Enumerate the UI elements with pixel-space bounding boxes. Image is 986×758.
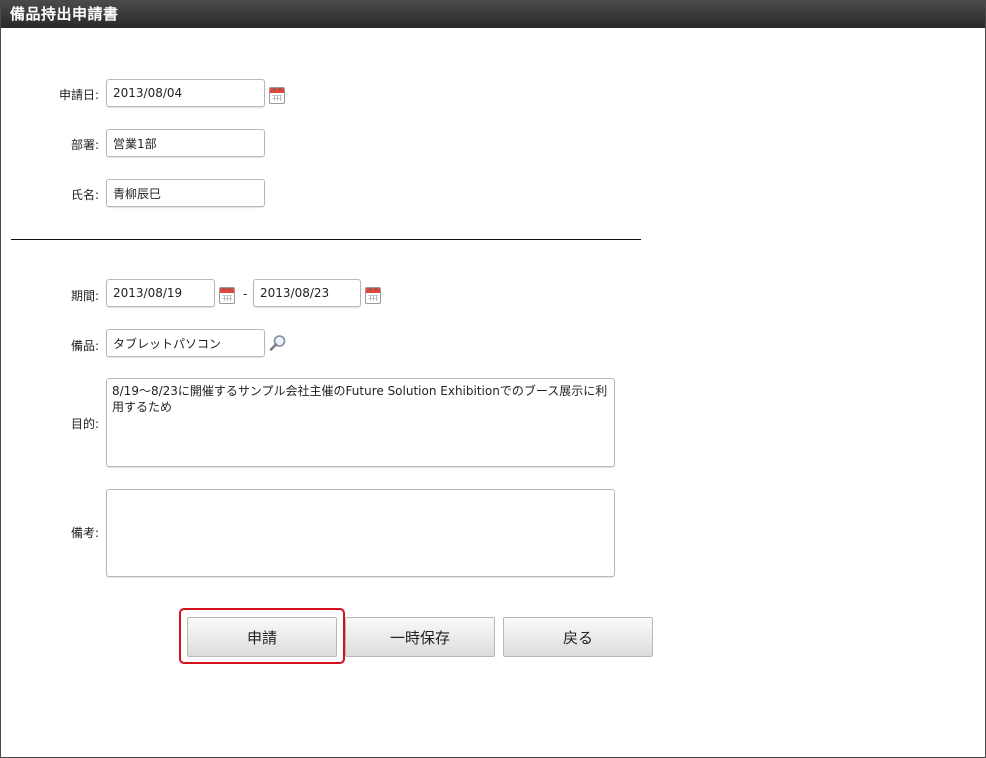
search-icon[interactable]	[269, 334, 287, 352]
section-divider	[11, 239, 641, 240]
period-end-input[interactable]	[253, 279, 361, 307]
period-start-input[interactable]	[106, 279, 215, 307]
purpose-label: 目的:	[70, 417, 99, 431]
apply-date-input[interactable]	[106, 79, 265, 107]
save-draft-button[interactable]: 一時保存	[345, 617, 495, 657]
calendar-icon[interactable]	[219, 287, 235, 304]
calendar-icon[interactable]	[269, 87, 285, 104]
back-button[interactable]: 戻る	[503, 617, 653, 657]
remarks-label: 備考:	[70, 526, 99, 540]
period-separator: -	[243, 287, 248, 301]
apply-date-label: 申請日:	[58, 88, 99, 102]
apply-button[interactable]: 申請	[187, 617, 337, 657]
period-label: 期間:	[70, 289, 99, 303]
equipment-input[interactable]	[106, 329, 265, 357]
name-label: 氏名:	[70, 188, 99, 202]
department-label: 部署:	[70, 138, 99, 152]
calendar-icon[interactable]	[365, 287, 381, 304]
department-input[interactable]	[106, 129, 265, 157]
name-input[interactable]	[106, 179, 265, 207]
equipment-label: 備品:	[70, 339, 99, 353]
purpose-textarea[interactable]: 8/19〜8/23に開催するサンプル会社主催のFuture Solution E…	[106, 378, 615, 467]
window-title: 備品持出申請書	[1, 1, 985, 28]
application-window: 備品持出申請書 申請日: 部署: 氏名: 期間: - 備品: 目的: 8/19〜…	[0, 0, 986, 758]
remarks-textarea[interactable]	[106, 489, 615, 577]
